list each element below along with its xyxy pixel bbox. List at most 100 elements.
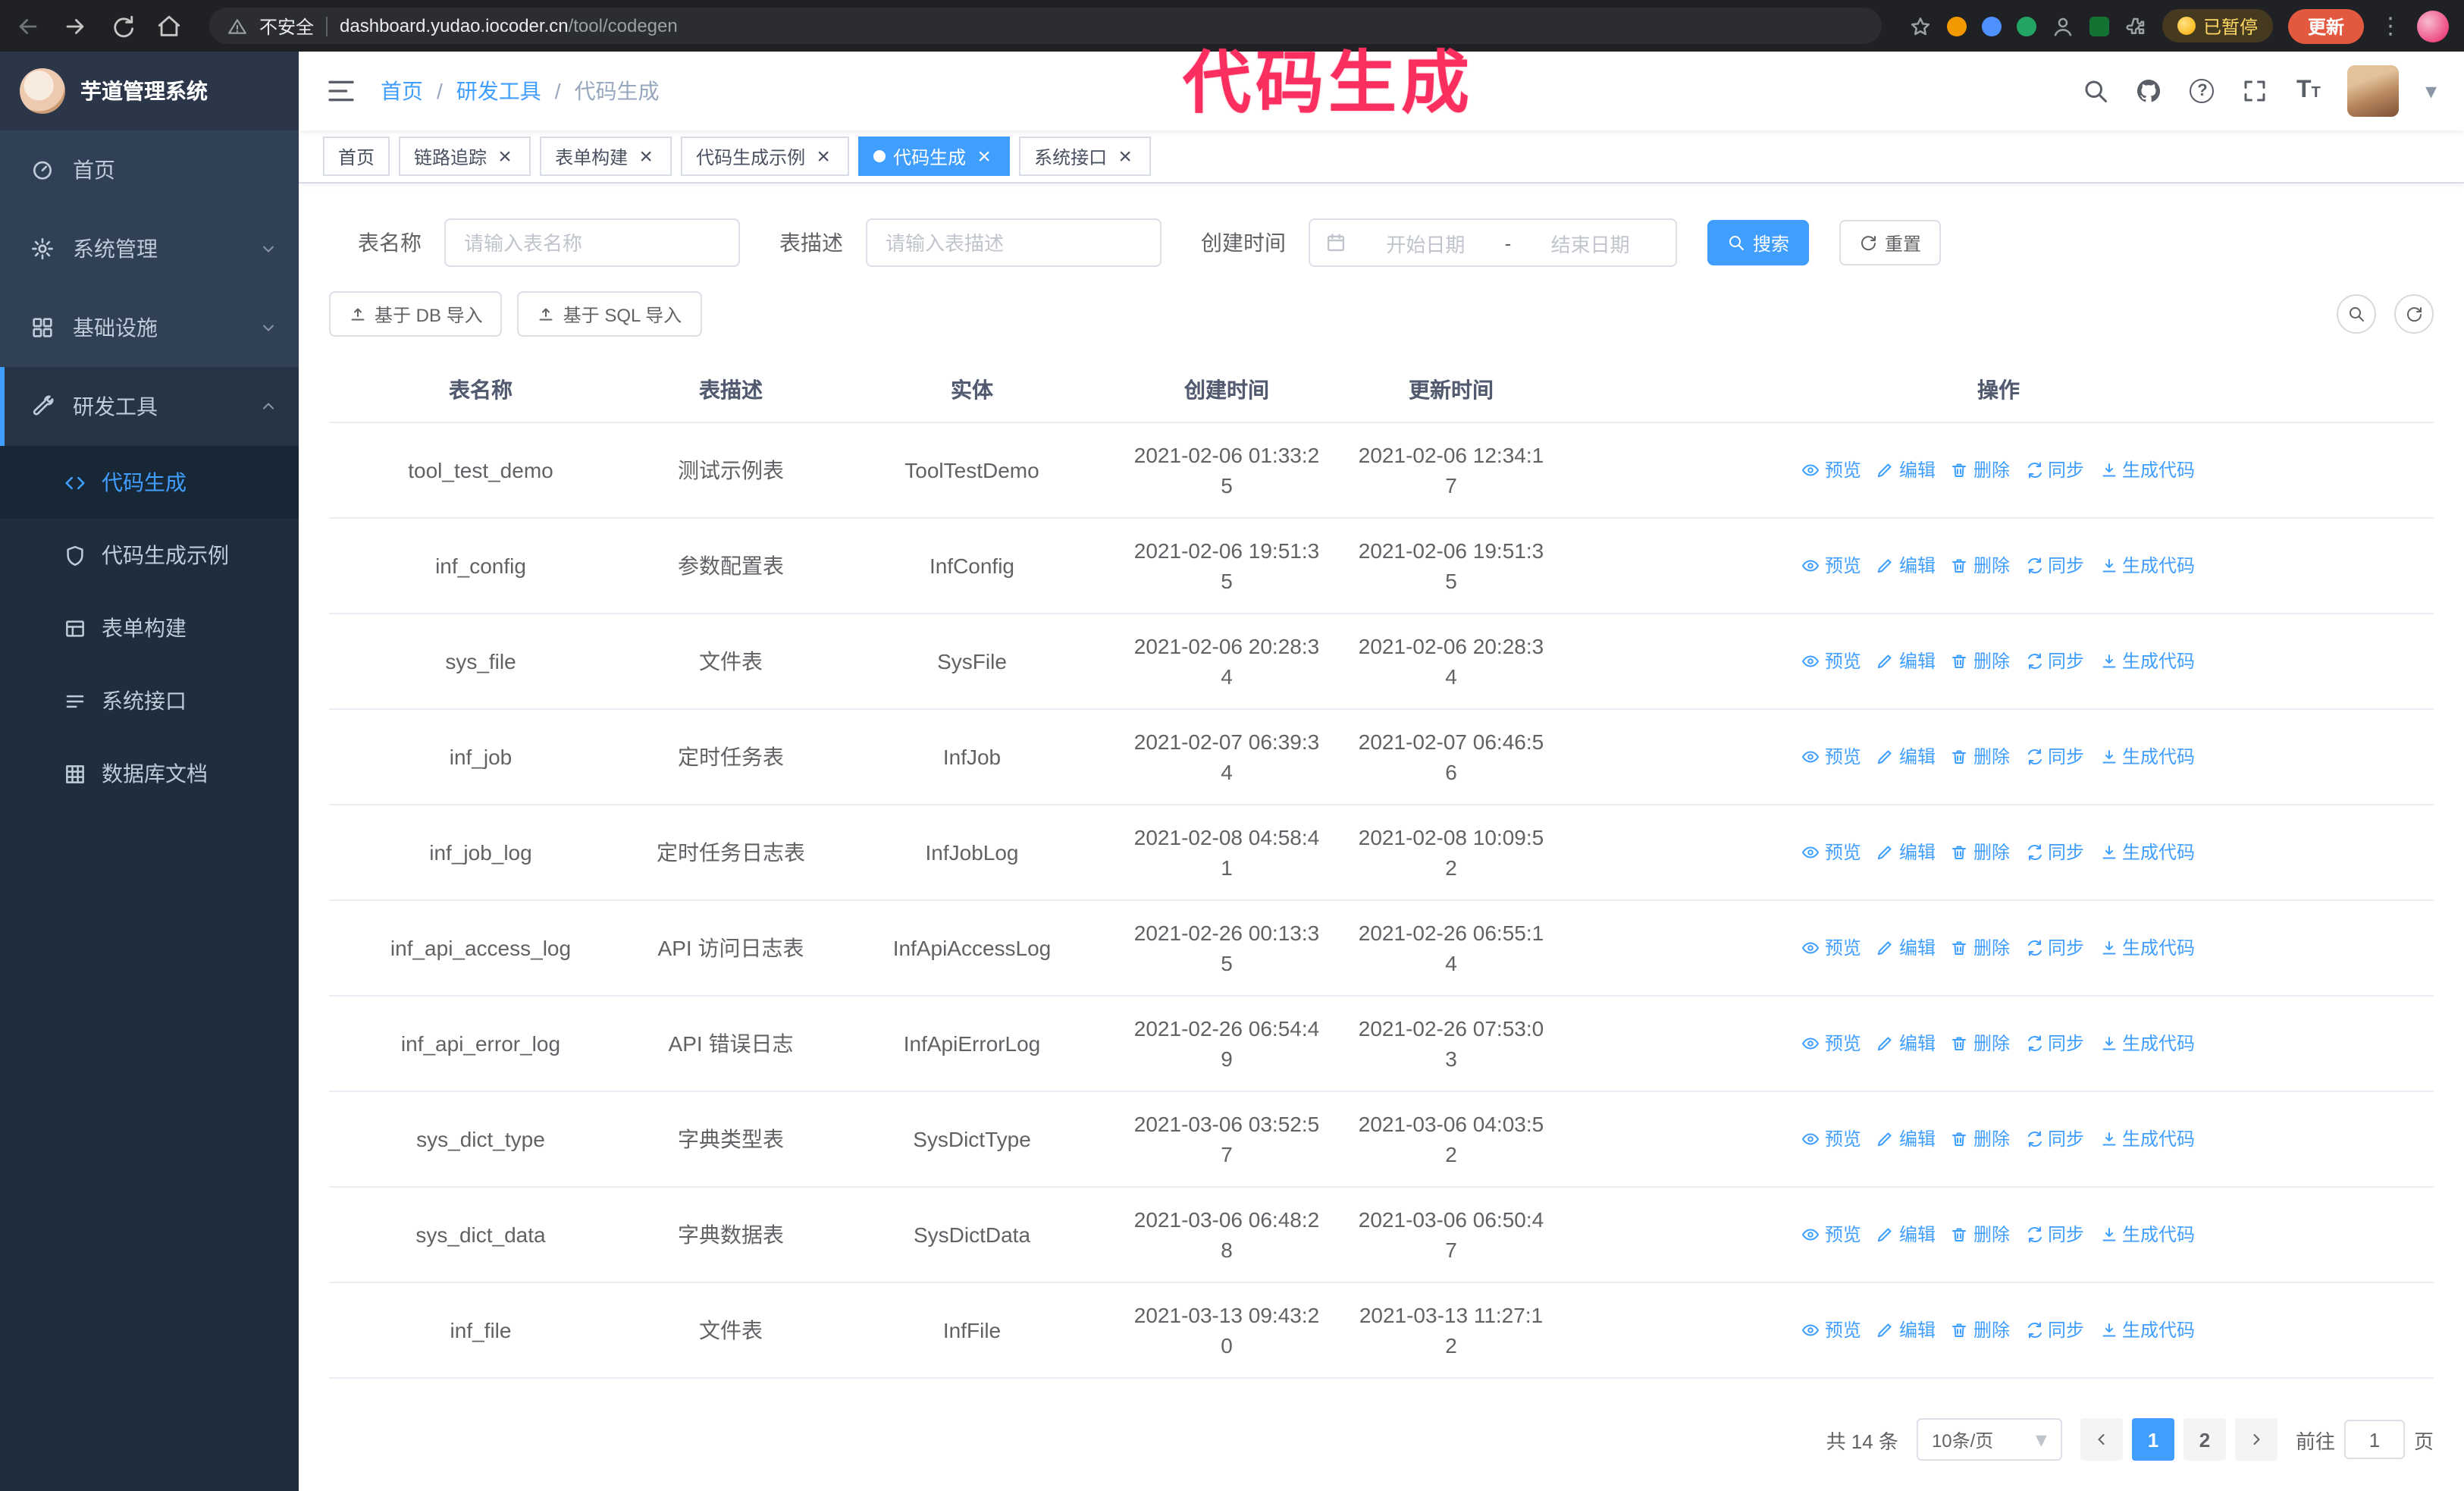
row-action-sync[interactable]: 同步 <box>2025 932 2084 962</box>
page-button-1[interactable]: 1 <box>2131 1418 2174 1461</box>
breadcrumb-item[interactable]: 首页 <box>381 76 423 106</box>
close-icon[interactable]: × <box>494 145 516 168</box>
goto-page-input[interactable] <box>2343 1420 2405 1459</box>
row-action-generate[interactable]: 生成代码 <box>2099 1219 2195 1249</box>
row-action-generate[interactable]: 生成代码 <box>2099 1314 2195 1345</box>
sidebar-item-infra[interactable]: 基础设施 <box>0 288 299 367</box>
row-action-edit[interactable]: 编辑 <box>1876 1314 1936 1345</box>
row-action-generate[interactable]: 生成代码 <box>2099 932 2195 962</box>
table-desc-input[interactable] <box>866 218 1161 267</box>
row-action-generate[interactable]: 生成代码 <box>2099 454 2195 485</box>
hamburger-icon[interactable] <box>326 76 356 106</box>
extension-icon[interactable] <box>2089 16 2109 36</box>
row-action-delete[interactable]: 删除 <box>1951 932 2010 962</box>
row-action-preview[interactable]: 预览 <box>1802 454 1861 485</box>
tab-tracer[interactable]: 链路追踪 × <box>399 137 531 176</box>
bookmark-star-icon[interactable] <box>1909 14 1932 37</box>
row-action-generate[interactable]: 生成代码 <box>2099 837 2195 867</box>
tab-system-api[interactable]: 系统接口 × <box>1019 137 1152 176</box>
close-icon[interactable]: × <box>973 145 995 168</box>
row-action-edit[interactable]: 编辑 <box>1876 932 1936 962</box>
row-action-delete[interactable]: 删除 <box>1951 645 2010 676</box>
sidebar-subitem-codegen-demo[interactable]: 代码生成示例 <box>0 519 299 592</box>
search-icon[interactable] <box>2083 77 2110 105</box>
row-action-preview[interactable]: 预览 <box>1802 837 1861 867</box>
row-action-delete[interactable]: 删除 <box>1951 837 2010 867</box>
page-size-select[interactable]: 10条/页 ▾ <box>1916 1418 2062 1461</box>
fullscreen-icon[interactable] <box>2242 77 2269 105</box>
row-action-sync[interactable]: 同步 <box>2025 1123 2084 1154</box>
row-action-delete[interactable]: 删除 <box>1951 741 2010 771</box>
back-icon[interactable] <box>15 13 41 39</box>
row-action-sync[interactable]: 同步 <box>2025 550 2084 580</box>
row-action-sync[interactable]: 同步 <box>2025 837 2084 867</box>
caret-down-icon[interactable]: ▾ <box>2425 80 2437 102</box>
row-action-edit[interactable]: 编辑 <box>1876 741 1936 771</box>
browser-home-icon[interactable] <box>156 13 182 39</box>
row-action-generate[interactable]: 生成代码 <box>2099 550 2195 580</box>
profiles-user-icon[interactable] <box>2052 14 2074 37</box>
row-action-preview[interactable]: 预览 <box>1802 741 1861 771</box>
forward-icon[interactable] <box>62 13 88 39</box>
reload-icon[interactable] <box>109 13 135 39</box>
row-action-edit[interactable]: 编辑 <box>1876 1219 1936 1249</box>
tab-form-builder[interactable]: 表单构建 × <box>540 137 672 176</box>
breadcrumb-item[interactable]: 研发工具 <box>456 76 541 106</box>
row-action-sync[interactable]: 同步 <box>2025 454 2084 485</box>
refresh-table-button[interactable] <box>2394 294 2434 334</box>
extension-icon[interactable] <box>2016 16 2036 36</box>
row-action-edit[interactable]: 编辑 <box>1876 1123 1936 1154</box>
row-action-generate[interactable]: 生成代码 <box>2099 1028 2195 1058</box>
row-action-generate[interactable]: 生成代码 <box>2099 1123 2195 1154</box>
sidebar-subitem-system-api[interactable]: 系统接口 <box>0 664 299 737</box>
row-action-preview[interactable]: 预览 <box>1802 645 1861 676</box>
row-action-sync[interactable]: 同步 <box>2025 1219 2084 1249</box>
sidebar-subitem-codegen[interactable]: 代码生成 <box>0 446 299 519</box>
tab-codegen-demo[interactable]: 代码生成示例 × <box>681 137 850 176</box>
sidebar-subitem-form-builder[interactable]: 表单构建 <box>0 592 299 664</box>
menu-dots-icon[interactable]: ⋮ <box>2379 14 2402 37</box>
browser-avatar[interactable] <box>2417 10 2449 42</box>
import-db-button[interactable]: 基于 DB 导入 <box>329 291 503 337</box>
row-action-edit[interactable]: 编辑 <box>1876 454 1936 485</box>
row-action-preview[interactable]: 预览 <box>1802 550 1861 580</box>
row-action-preview[interactable]: 预览 <box>1802 1123 1861 1154</box>
extension-icon[interactable] <box>1946 16 1967 36</box>
close-icon[interactable]: × <box>635 145 657 168</box>
row-action-sync[interactable]: 同步 <box>2025 1314 2084 1345</box>
row-action-preview[interactable]: 预览 <box>1802 1219 1861 1249</box>
table-name-input[interactable] <box>444 218 740 267</box>
row-action-delete[interactable]: 删除 <box>1951 1219 2010 1249</box>
create-time-range-picker[interactable]: 开始日期 - 结束日期 <box>1309 218 1677 267</box>
row-action-preview[interactable]: 预览 <box>1802 1028 1861 1058</box>
row-action-delete[interactable]: 删除 <box>1951 454 2010 485</box>
sidebar-item-system[interactable]: 系统管理 <box>0 209 299 288</box>
row-action-sync[interactable]: 同步 <box>2025 741 2084 771</box>
next-page-button[interactable] <box>2234 1418 2277 1461</box>
toggle-search-button[interactable] <box>2337 294 2376 334</box>
tab-home[interactable]: 首页 <box>323 137 390 176</box>
sidebar-item-devtools[interactable]: 研发工具 <box>0 367 299 446</box>
font-size-icon[interactable]: TT <box>2295 77 2322 105</box>
extension-icon[interactable] <box>1981 16 2002 36</box>
close-icon[interactable]: × <box>813 145 834 168</box>
row-action-generate[interactable]: 生成代码 <box>2099 741 2195 771</box>
sidebar-item-home[interactable]: 首页 <box>0 130 299 209</box>
address-bar[interactable]: 不安全 dashboard.yudao.iocoder.cn/tool/code… <box>209 8 1882 44</box>
row-action-edit[interactable]: 编辑 <box>1876 645 1936 676</box>
row-action-delete[interactable]: 删除 <box>1951 1314 2010 1345</box>
close-icon[interactable]: × <box>1114 145 1136 168</box>
row-action-delete[interactable]: 删除 <box>1951 1123 2010 1154</box>
page-button-2[interactable]: 2 <box>2183 1418 2226 1461</box>
tab-codegen[interactable]: 代码生成 × <box>858 137 1011 176</box>
row-action-sync[interactable]: 同步 <box>2025 645 2084 676</box>
update-button[interactable]: 更新 <box>2287 8 2364 43</box>
github-icon[interactable] <box>2136 77 2163 105</box>
sidebar-subitem-db-doc[interactable]: 数据库文档 <box>0 737 299 810</box>
row-action-delete[interactable]: 删除 <box>1951 1028 2010 1058</box>
row-action-preview[interactable]: 预览 <box>1802 932 1861 962</box>
user-avatar[interactable] <box>2347 65 2400 117</box>
import-sql-button[interactable]: 基于 SQL 导入 <box>517 291 702 337</box>
app-logo[interactable]: 芋道管理系统 <box>0 52 299 130</box>
row-action-sync[interactable]: 同步 <box>2025 1028 2084 1058</box>
